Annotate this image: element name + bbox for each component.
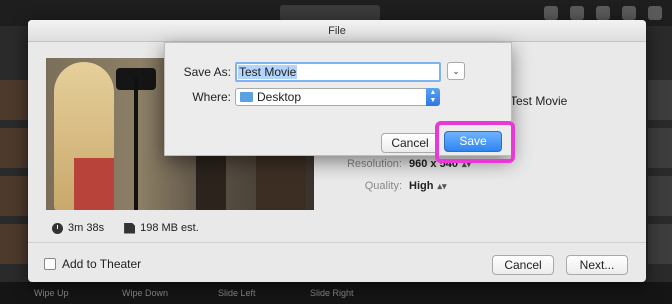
clip-thumbnail[interactable] xyxy=(648,224,672,264)
volume-icon[interactable] xyxy=(648,6,662,20)
save-as-value: Test Movie xyxy=(238,65,298,79)
movie-title[interactable]: Test Movie xyxy=(510,94,567,108)
transitions-bar: Wipe Up Wipe Down Slide Left Slide Right xyxy=(0,282,672,304)
expand-dialog-button[interactable]: ⌄ xyxy=(447,62,465,80)
crop-icon[interactable] xyxy=(596,6,610,20)
toolbar-search-field[interactable] xyxy=(280,5,380,21)
quality-stepper-icon: ▴▾ xyxy=(437,181,447,191)
add-to-theater-label: Add to Theater xyxy=(62,257,142,271)
transition-item[interactable]: Wipe Up xyxy=(34,288,69,298)
next-button[interactable]: Next... xyxy=(566,255,628,275)
color-balance-icon[interactable] xyxy=(544,6,558,20)
dialog-cancel-button[interactable]: Cancel xyxy=(381,133,439,153)
resolution-label: Resolution: xyxy=(346,158,402,170)
chevron-down-icon: ⌄ xyxy=(452,66,460,76)
right-clip-strip xyxy=(648,80,672,280)
add-to-theater-row[interactable]: Add to Theater xyxy=(44,257,141,271)
movie-meta: 3m 38s 198 MB est. xyxy=(52,222,199,234)
quality-label: Quality: xyxy=(364,180,402,192)
file-size-icon xyxy=(124,222,136,234)
sheet-footer: Add to Theater Cancel Next... xyxy=(28,242,646,282)
transition-item[interactable]: Slide Left xyxy=(218,288,256,298)
toolbar-icons xyxy=(544,6,662,20)
transition-item[interactable]: Wipe Down xyxy=(122,288,168,298)
where-popup[interactable]: Desktop ▲ ▼ xyxy=(235,88,440,106)
clip-thumbnail[interactable] xyxy=(0,224,28,264)
clip-thumbnail[interactable] xyxy=(0,80,28,120)
movie-duration: 3m 38s xyxy=(68,222,105,234)
left-clip-strip xyxy=(0,80,28,280)
camera-icon[interactable] xyxy=(622,6,636,20)
add-to-theater-checkbox[interactable] xyxy=(44,258,56,270)
sheet-cancel-button[interactable]: Cancel xyxy=(492,255,554,275)
clip-thumbnail[interactable] xyxy=(648,128,672,168)
transition-item[interactable]: Slide Right xyxy=(310,288,354,298)
clock-icon xyxy=(52,222,63,234)
quality-value: High xyxy=(409,180,434,192)
save-as-label: Save As: xyxy=(183,65,231,79)
quality-popup[interactable]: High ▴▾ xyxy=(409,180,447,192)
save-as-field[interactable]: Test Movie xyxy=(235,62,441,82)
popup-arrows-icon: ▲ ▼ xyxy=(426,88,440,106)
sheet-title: File xyxy=(28,20,646,42)
where-value: Desktop xyxy=(257,90,302,104)
clip-thumbnail[interactable] xyxy=(648,176,672,216)
clip-thumbnail[interactable] xyxy=(648,80,672,120)
where-label: Where: xyxy=(192,90,231,104)
clip-thumbnail[interactable] xyxy=(0,176,28,216)
color-palette-icon[interactable] xyxy=(570,6,584,20)
save-button[interactable]: Save xyxy=(444,131,502,152)
clip-thumbnail[interactable] xyxy=(0,128,28,168)
movie-file-size: 198 MB est. xyxy=(140,222,199,234)
folder-icon xyxy=(240,92,253,102)
